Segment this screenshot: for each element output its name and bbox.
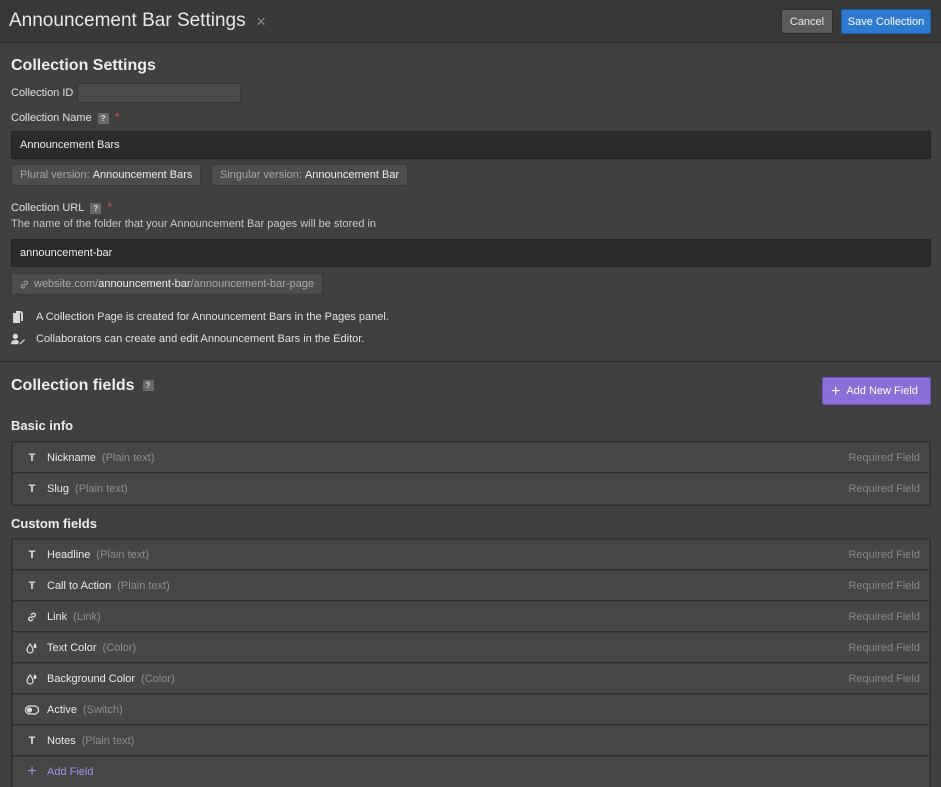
field-row-headline[interactable]: T Headline (Plain text) Required Field bbox=[13, 540, 929, 570]
field-type: (Plain text) bbox=[81, 734, 135, 747]
field-row-nickname[interactable]: T Nickname (Plain text) Required Field bbox=[13, 443, 929, 473]
field-row-notes[interactable]: T Notes (Plain text) bbox=[13, 726, 929, 756]
collection-settings-heading: Collection Settings bbox=[11, 57, 156, 74]
field-row-link[interactable]: Link (Link) Required Field bbox=[13, 602, 929, 632]
plus-icon: + bbox=[27, 763, 37, 780]
field-type: (Color) bbox=[102, 641, 137, 654]
field-type: (Color) bbox=[141, 672, 175, 685]
custom-fields-heading: Custom fields bbox=[11, 516, 97, 531]
collection-url-label-row: Collection URL? * bbox=[11, 200, 112, 214]
singular-value: Announcement Bar bbox=[304, 169, 400, 181]
collection-url-label: Collection URL bbox=[11, 202, 85, 214]
url-preview-page: /announcement-bar-page bbox=[190, 278, 315, 290]
field-name: Headline bbox=[47, 548, 91, 561]
field-type: (Link) bbox=[73, 610, 101, 623]
close-icon[interactable]: × bbox=[256, 12, 266, 32]
collection-url-description: The name of the folder that your Announc… bbox=[11, 218, 377, 230]
cancel-button[interactable]: Cancel bbox=[781, 9, 833, 34]
color-drop-icon bbox=[23, 673, 41, 685]
plural-prefix: Plural version: bbox=[20, 169, 90, 181]
collection-id-field bbox=[77, 83, 241, 103]
collection-fields-heading: Collection fields bbox=[11, 377, 135, 394]
field-type: (Plain text) bbox=[96, 548, 149, 561]
link-icon bbox=[23, 611, 41, 623]
field-name: Text Color bbox=[47, 641, 97, 654]
field-row-background-color[interactable]: Background Color (Color) Required Field bbox=[13, 664, 929, 694]
required-field-label: Required Field bbox=[848, 579, 920, 592]
url-preview-slug: announcement-bar bbox=[98, 278, 191, 290]
basic-info-heading: Basic info bbox=[11, 418, 74, 433]
collection-name-label-row: Collection Name? * bbox=[11, 110, 119, 124]
editor-note-text: Collaborators can create and edit Announ… bbox=[36, 333, 365, 345]
required-field-label: Required Field bbox=[848, 483, 920, 495]
collection-name-input[interactable]: Announcement Bars bbox=[11, 131, 931, 159]
required-field-label: Required Field bbox=[848, 610, 920, 623]
plural-version-chip: Plural version: Announcement Bars bbox=[11, 164, 202, 186]
field-name: Call to Action bbox=[47, 579, 112, 592]
url-preview-domain: website.com/ bbox=[34, 278, 99, 290]
section-divider bbox=[0, 361, 941, 362]
field-type: (Plain text) bbox=[101, 451, 155, 464]
pages-note: A Collection Page is created for Announc… bbox=[11, 310, 389, 324]
collaborator-edit-icon bbox=[11, 332, 25, 346]
field-row-slug[interactable]: T Slug (Plain text) Required Field bbox=[13, 474, 929, 504]
text-icon: T bbox=[28, 483, 36, 495]
custom-fields-list: T Headline (Plain text) Required Field T Call… bbox=[11, 538, 931, 787]
help-icon[interactable]: ? bbox=[142, 380, 154, 392]
field-type: (Plain text) bbox=[117, 579, 170, 592]
plural-value: Announcement Bars bbox=[92, 169, 193, 181]
save-collection-button[interactable]: Save Collection bbox=[841, 9, 931, 34]
collection-name-label: Collection Name bbox=[11, 112, 92, 124]
required-field-label: Required Field bbox=[848, 672, 920, 685]
field-name: Link bbox=[47, 610, 68, 623]
collection-fields-heading-row: Collection fields? bbox=[11, 377, 154, 395]
field-type: (Plain text) bbox=[75, 483, 128, 495]
required-marker: * bbox=[114, 110, 120, 124]
pages-icon bbox=[11, 310, 25, 324]
field-row-text-color[interactable]: Text Color (Color) Required Field bbox=[13, 633, 929, 663]
top-bar: Announcement Bar Settings × Cancel Save … bbox=[0, 0, 941, 43]
collection-id-label: Collection ID bbox=[11, 87, 74, 99]
required-field-label: Required Field bbox=[848, 451, 920, 464]
page-title: Announcement Bar Settings bbox=[9, 10, 246, 31]
add-new-field-button[interactable]: + Add New Field bbox=[822, 377, 931, 405]
required-field-label: Required Field bbox=[848, 548, 920, 561]
link-icon bbox=[20, 279, 29, 289]
plus-icon: + bbox=[831, 382, 841, 400]
text-icon: T bbox=[28, 548, 36, 561]
field-name: Active bbox=[47, 703, 77, 716]
basic-fields-list: T Nickname (Plain text) Required Field T Slug… bbox=[11, 441, 931, 506]
help-icon[interactable]: ? bbox=[90, 202, 102, 214]
color-drop-icon bbox=[23, 642, 41, 654]
text-icon: T bbox=[28, 451, 36, 464]
field-name: Slug bbox=[47, 483, 70, 495]
singular-version-chip: Singular version: Announcement Bar bbox=[211, 164, 409, 186]
add-new-field-label: Add New Field bbox=[846, 385, 918, 397]
collection-url-input[interactable]: announcement-bar bbox=[11, 239, 931, 267]
field-name: Nickname bbox=[47, 451, 96, 464]
field-row-call-to-action[interactable]: T Call to Action (Plain text) Required Fiel… bbox=[13, 571, 929, 601]
text-icon: T bbox=[28, 579, 36, 592]
add-field-button[interactable]: + Add Field bbox=[13, 757, 929, 787]
required-field-label: Required Field bbox=[848, 641, 920, 654]
singular-prefix: Singular version: bbox=[220, 169, 302, 181]
field-name: Background Color bbox=[47, 672, 136, 685]
field-row-active[interactable]: Active (Switch) bbox=[13, 695, 929, 725]
pages-note-text: A Collection Page is created for Announc… bbox=[36, 311, 389, 323]
field-type: (Switch) bbox=[82, 703, 123, 716]
required-marker: * bbox=[107, 200, 113, 214]
help-icon[interactable]: ? bbox=[97, 112, 109, 124]
field-name: Notes bbox=[47, 734, 76, 747]
url-preview-chip: website.com/announcement-bar/announcemen… bbox=[11, 273, 324, 295]
switch-icon bbox=[23, 704, 41, 715]
editor-note: Collaborators can create and edit Announ… bbox=[11, 332, 364, 346]
add-field-label: Add Field bbox=[47, 766, 94, 778]
text-icon: T bbox=[28, 734, 36, 747]
